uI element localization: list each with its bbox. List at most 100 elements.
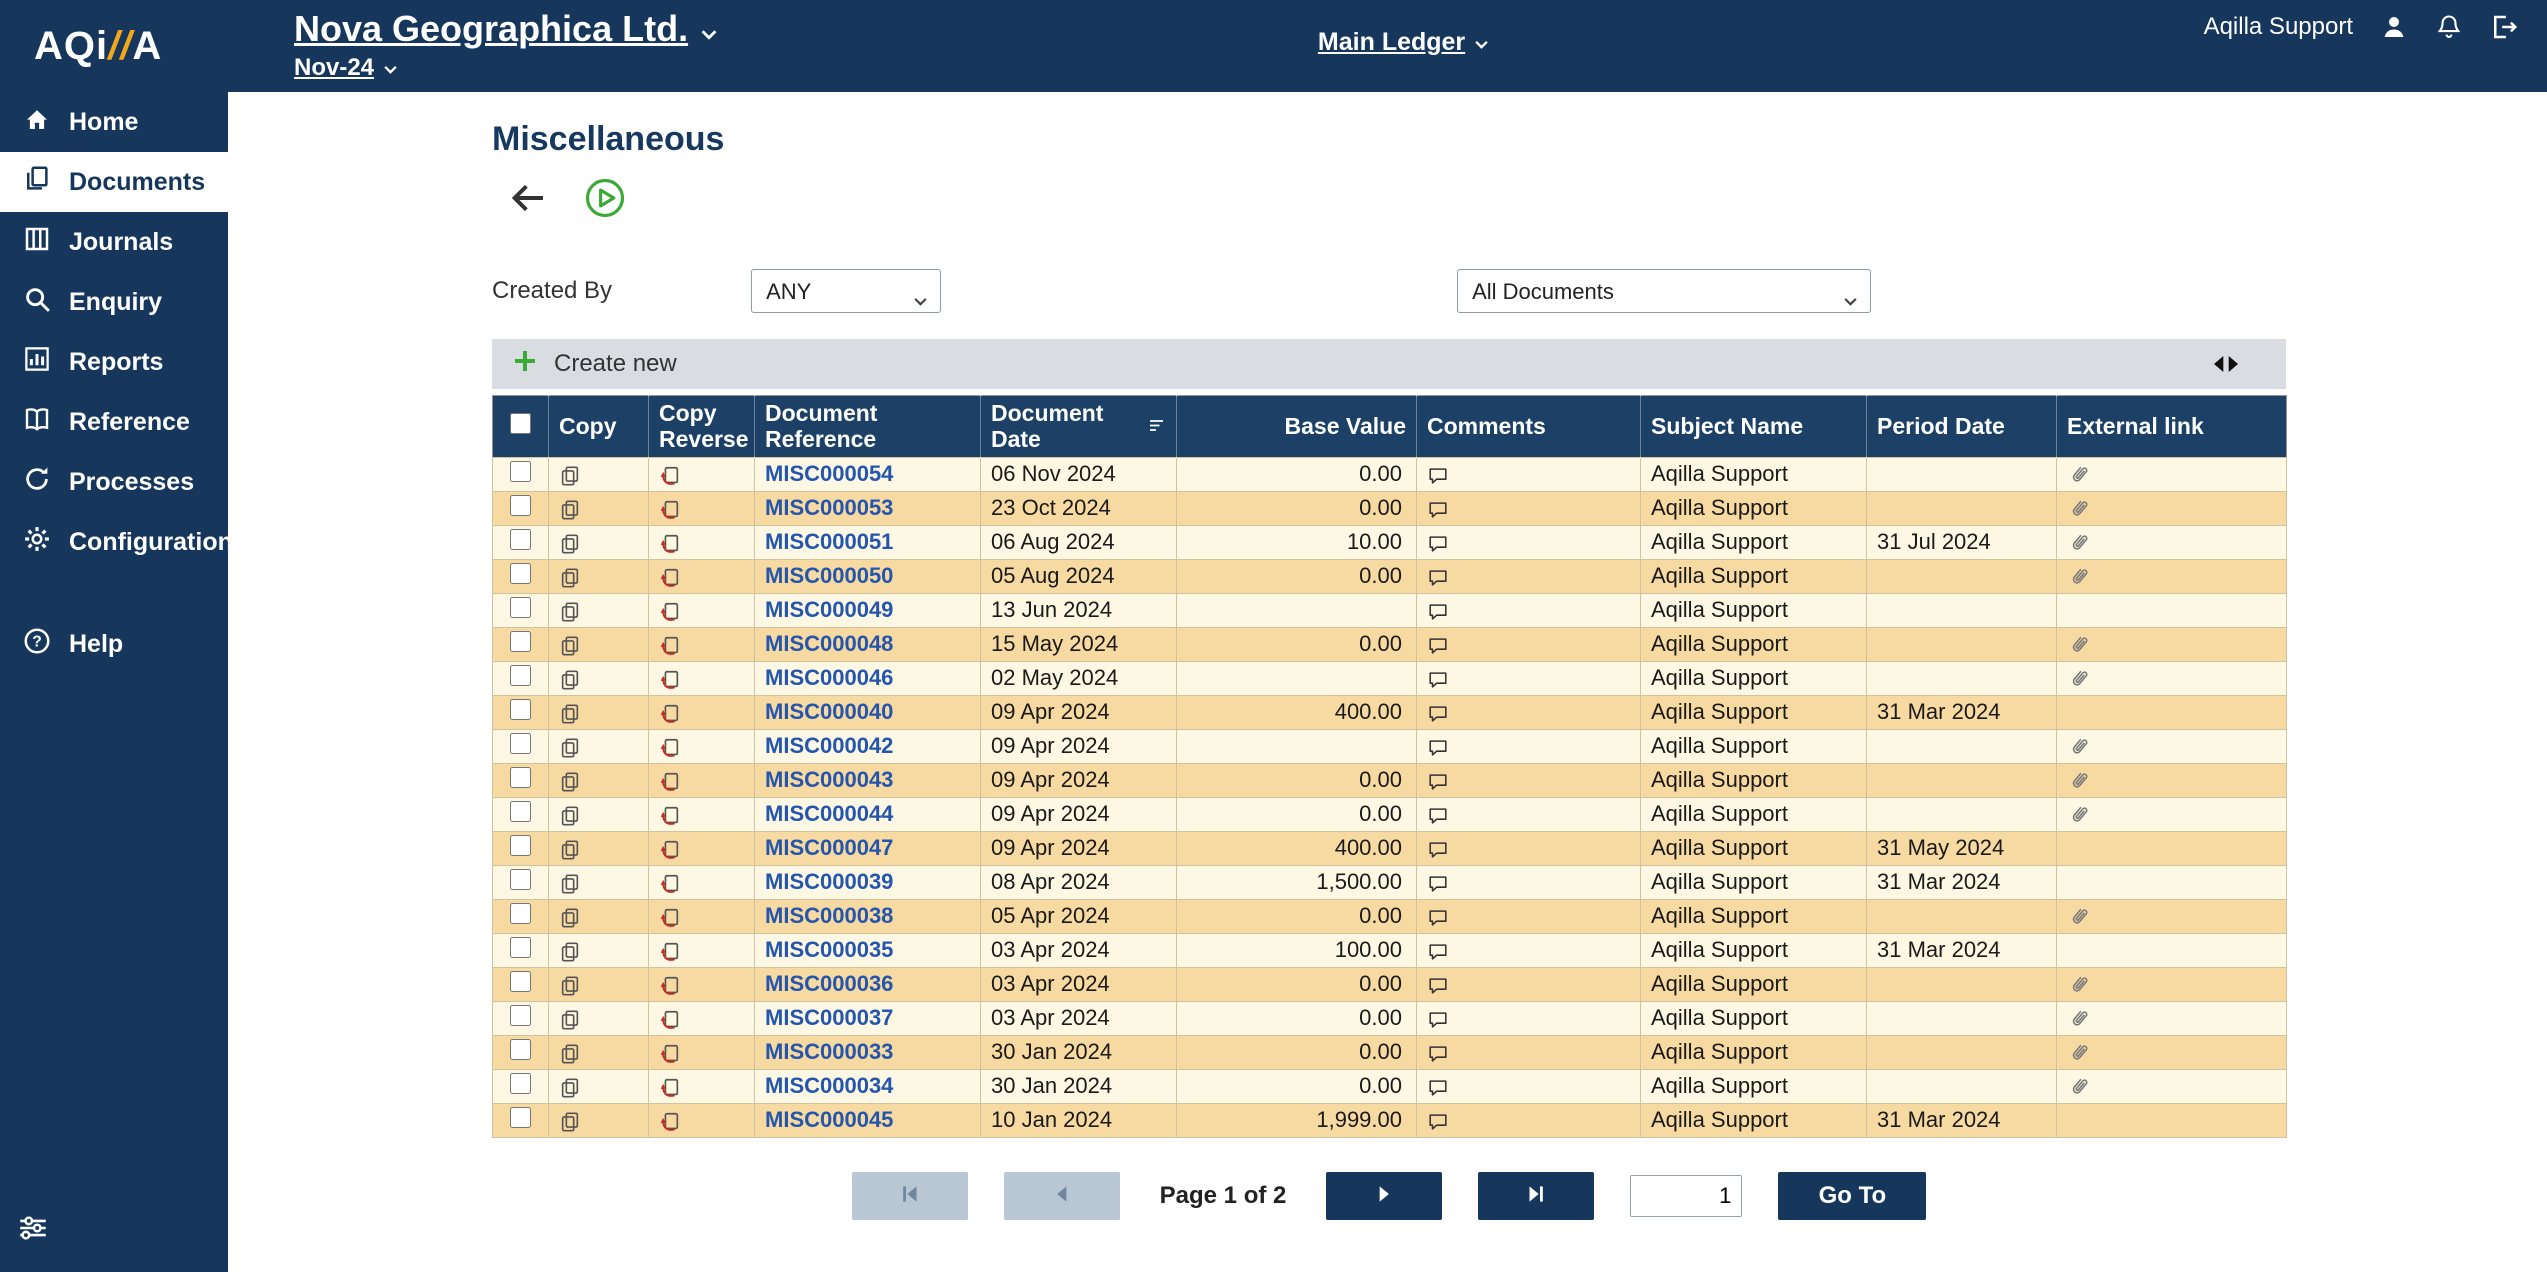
run-button[interactable] <box>584 177 626 219</box>
comment-icon[interactable] <box>1427 839 1449 861</box>
go-to-button[interactable]: Go To <box>1778 1172 1926 1220</box>
user-name[interactable]: Aqilla Support <box>2204 13 2353 41</box>
row-checkbox[interactable] <box>510 1005 531 1026</box>
row-checkbox[interactable] <box>510 631 531 652</box>
row-checkbox[interactable] <box>510 699 531 720</box>
column-header-external-link[interactable]: External link <box>2057 396 2287 458</box>
comment-icon[interactable] <box>1427 771 1449 793</box>
sidebar-item-documents[interactable]: Documents <box>0 152 228 212</box>
first-page-button[interactable] <box>852 1172 968 1220</box>
column-header-comments[interactable]: Comments <box>1417 396 1641 458</box>
document-filter-select[interactable]: All Documents <box>1457 269 1871 313</box>
attachment-icon[interactable] <box>2067 769 2091 793</box>
attachment-icon[interactable] <box>2067 667 2091 691</box>
copy-reverse-icon[interactable] <box>659 499 681 521</box>
comment-icon[interactable] <box>1427 703 1449 725</box>
copy-icon[interactable] <box>559 669 581 691</box>
row-checkbox[interactable] <box>510 461 531 482</box>
document-reference-link[interactable]: MISC000039 <box>765 869 893 894</box>
copy-reverse-icon[interactable] <box>659 941 681 963</box>
copy-reverse-icon[interactable] <box>659 771 681 793</box>
column-header-period-date[interactable]: Period Date <box>1867 396 2057 458</box>
page-number-input[interactable] <box>1630 1175 1742 1217</box>
comment-icon[interactable] <box>1427 907 1449 929</box>
comment-icon[interactable] <box>1427 1077 1449 1099</box>
document-reference-link[interactable]: MISC000035 <box>765 937 893 962</box>
comment-icon[interactable] <box>1427 601 1449 623</box>
document-reference-link[interactable]: MISC000036 <box>765 971 893 996</box>
comment-icon[interactable] <box>1427 975 1449 997</box>
document-reference-link[interactable]: MISC000049 <box>765 597 893 622</box>
comment-icon[interactable] <box>1427 499 1449 521</box>
document-reference-link[interactable]: MISC000043 <box>765 767 893 792</box>
column-header-copy[interactable]: Copy <box>549 396 649 458</box>
copy-icon[interactable] <box>559 601 581 623</box>
copy-reverse-icon[interactable] <box>659 465 681 487</box>
comment-icon[interactable] <box>1427 669 1449 691</box>
column-header-document-date[interactable]: Document Date <box>981 396 1177 458</box>
attachment-icon[interactable] <box>2067 463 2091 487</box>
copy-icon[interactable] <box>559 1009 581 1031</box>
created-by-select[interactable]: ANY <box>751 269 941 313</box>
copy-reverse-icon[interactable] <box>659 1077 681 1099</box>
document-reference-link[interactable]: MISC000044 <box>765 801 893 826</box>
copy-icon[interactable] <box>559 635 581 657</box>
copy-icon[interactable] <box>559 975 581 997</box>
user-icon[interactable] <box>2379 12 2409 42</box>
copy-reverse-icon[interactable] <box>659 601 681 623</box>
row-checkbox[interactable] <box>510 869 531 890</box>
document-reference-link[interactable]: MISC000042 <box>765 733 893 758</box>
document-reference-link[interactable]: MISC000034 <box>765 1073 893 1098</box>
comment-icon[interactable] <box>1427 635 1449 657</box>
sidebar-item-reports[interactable]: Reports <box>0 332 228 392</box>
sidebar-item-home[interactable]: Home <box>0 92 228 152</box>
copy-reverse-icon[interactable] <box>659 1111 681 1133</box>
copy-reverse-icon[interactable] <box>659 1009 681 1031</box>
comment-icon[interactable] <box>1427 533 1449 555</box>
previous-page-button[interactable] <box>1004 1172 1120 1220</box>
comment-icon[interactable] <box>1427 1111 1449 1133</box>
copy-reverse-icon[interactable] <box>659 703 681 725</box>
document-reference-link[interactable]: MISC000053 <box>765 495 893 520</box>
attachment-icon[interactable] <box>2067 1075 2091 1099</box>
copy-reverse-icon[interactable] <box>659 737 681 759</box>
next-page-button[interactable] <box>1326 1172 1442 1220</box>
copy-icon[interactable] <box>559 941 581 963</box>
row-checkbox[interactable] <box>510 1073 531 1094</box>
copy-reverse-icon[interactable] <box>659 567 681 589</box>
copy-reverse-icon[interactable] <box>659 839 681 861</box>
row-checkbox[interactable] <box>510 665 531 686</box>
column-header-document-reference[interactable]: Document Reference <box>755 396 981 458</box>
copy-reverse-icon[interactable] <box>659 907 681 929</box>
copy-icon[interactable] <box>559 771 581 793</box>
row-checkbox[interactable] <box>510 1107 531 1128</box>
attachment-icon[interactable] <box>2067 905 2091 929</box>
comment-icon[interactable] <box>1427 941 1449 963</box>
create-new-button[interactable]: Create new <box>510 346 677 383</box>
sidebar-item-reference[interactable]: Reference <box>0 392 228 452</box>
sidebar-item-help[interactable]: ? Help <box>0 614 228 674</box>
attachment-icon[interactable] <box>2067 633 2091 657</box>
copy-icon[interactable] <box>559 873 581 895</box>
copy-reverse-icon[interactable] <box>659 533 681 555</box>
copy-icon[interactable] <box>559 567 581 589</box>
document-reference-link[interactable]: MISC000045 <box>765 1107 893 1132</box>
copy-reverse-icon[interactable] <box>659 635 681 657</box>
column-header-base-value[interactable]: Base Value <box>1177 396 1417 458</box>
row-checkbox[interactable] <box>510 835 531 856</box>
comment-icon[interactable] <box>1427 873 1449 895</box>
document-reference-link[interactable]: MISC000048 <box>765 631 893 656</box>
document-reference-link[interactable]: MISC000050 <box>765 563 893 588</box>
copy-icon[interactable] <box>559 499 581 521</box>
row-checkbox[interactable] <box>510 597 531 618</box>
row-checkbox[interactable] <box>510 495 531 516</box>
attachment-icon[interactable] <box>2067 973 2091 997</box>
attachment-icon[interactable] <box>2067 497 2091 521</box>
comment-icon[interactable] <box>1427 567 1449 589</box>
comment-icon[interactable] <box>1427 1009 1449 1031</box>
row-checkbox[interactable] <box>510 801 531 822</box>
row-checkbox[interactable] <box>510 563 531 584</box>
resize-columns-icon[interactable] <box>2210 348 2242 380</box>
document-reference-link[interactable]: MISC000033 <box>765 1039 893 1064</box>
document-reference-link[interactable]: MISC000047 <box>765 835 893 860</box>
